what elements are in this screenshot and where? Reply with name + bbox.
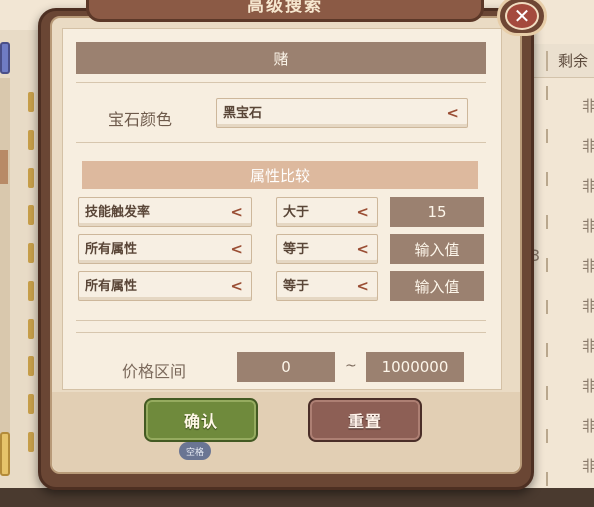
marker [28, 243, 34, 264]
attribute-dropdown-3[interactable]: 所有属性 < [78, 271, 252, 301]
attribute-value: 所有属性 [85, 279, 138, 294]
marker [28, 394, 34, 415]
price-min-value: 0 [281, 358, 291, 376]
section-header-bar: 赌 [76, 42, 486, 74]
background-cell: 非 [582, 177, 594, 195]
marker [28, 318, 34, 339]
value-text: 输入值 [414, 240, 460, 259]
background-cell: 非 [582, 137, 594, 155]
gem-color-dropdown[interactable]: 黑宝石 < [216, 98, 468, 128]
attribute-value: 技能触发率 [85, 205, 151, 220]
column-divider [546, 214, 548, 229]
background-cell: 非 [582, 297, 594, 315]
column-divider [546, 257, 548, 272]
chevron-left-icon[interactable]: < [356, 203, 369, 221]
column-divider [546, 471, 548, 486]
close-icon[interactable]: ✕ [514, 6, 531, 26]
confirm-button[interactable]: 确认 [144, 398, 258, 442]
background-cell: 非 [582, 217, 594, 235]
value-text: 15 [427, 203, 447, 221]
column-divider [546, 343, 548, 358]
price-range-label: 价格区间 [122, 362, 187, 381]
background-left-strip [0, 78, 10, 458]
chevron-left-icon[interactable]: < [230, 203, 243, 221]
column-divider [546, 171, 548, 186]
operator-value: 大于 [283, 205, 310, 220]
gem-color-value: 黑宝石 [223, 106, 263, 121]
confirm-hotkey-badge: 空格 [179, 442, 211, 460]
attribute-dropdown-1[interactable]: 技能触发率 < [78, 197, 252, 227]
price-max-value: 1000000 [381, 358, 449, 376]
background-left-tab[interactable] [0, 42, 10, 74]
background-cell: 非 [582, 457, 594, 475]
background-right-values: 非 非 非 非 非 非 非 非 非 非 [582, 96, 594, 476]
background-left-markers [28, 92, 34, 452]
background-left-active-item[interactable] [0, 150, 8, 184]
column-divider [546, 429, 548, 443]
marker [28, 431, 34, 452]
section-header-text: 赌 [273, 49, 289, 68]
background-cell: 非 [582, 257, 594, 275]
background-cell: 非 [582, 377, 594, 395]
column-divider [546, 86, 548, 100]
divider [76, 332, 486, 333]
value-input-2[interactable]: 输入值 [390, 234, 484, 264]
marker [28, 280, 34, 301]
marker [28, 167, 34, 188]
gem-color-label: 宝石颜色 [108, 110, 173, 129]
operator-dropdown-1[interactable]: 大于 < [276, 197, 378, 227]
background-left-yellow-button[interactable] [0, 432, 10, 476]
background-cell: 非 [582, 97, 594, 115]
background-header-text: 剩余 [558, 52, 589, 70]
chevron-left-icon[interactable]: < [230, 277, 243, 295]
background-cell: 非 [582, 337, 594, 355]
column-separator [546, 50, 548, 71]
value-input-3[interactable]: 输入值 [390, 271, 484, 301]
divider [76, 320, 486, 321]
reset-button-label: 重置 [347, 412, 382, 431]
marker [28, 205, 34, 226]
value-text: 输入值 [414, 277, 460, 296]
operator-value: 等于 [283, 242, 310, 257]
attribute-compare-header: 属性比较 [82, 161, 478, 189]
divider [76, 82, 486, 83]
chevron-left-icon[interactable]: < [446, 104, 459, 122]
chevron-left-icon[interactable]: < [356, 277, 369, 295]
column-divider [546, 300, 548, 315]
modal-title: 高级搜索 [247, 0, 323, 16]
attribute-dropdown-2[interactable]: 所有属性 < [78, 234, 252, 264]
divider [76, 142, 486, 143]
close-button[interactable]: ✕ [497, 0, 547, 36]
modal-title-ribbon: 高级搜索 [86, 0, 484, 22]
attribute-compare-title: 属性比较 [249, 166, 310, 185]
column-divider [546, 386, 548, 401]
marker [28, 92, 34, 112]
reset-button[interactable]: 重置 [308, 398, 422, 442]
marker [28, 356, 34, 377]
price-min-input[interactable]: 0 [237, 352, 335, 382]
confirm-hotkey-text: 空格 [185, 447, 204, 458]
attribute-value: 所有属性 [85, 242, 138, 257]
price-max-input[interactable]: 1000000 [366, 352, 464, 382]
confirm-button-label: 确认 [183, 412, 218, 431]
column-divider [546, 128, 548, 143]
marker [28, 129, 34, 150]
value-input-1[interactable]: 15 [390, 197, 484, 227]
background-bottom-bar [0, 488, 594, 507]
operator-dropdown-2[interactable]: 等于 < [276, 234, 378, 264]
operator-dropdown-3[interactable]: 等于 < [276, 271, 378, 301]
operator-value: 等于 [283, 279, 310, 294]
background-cell: 非 [582, 417, 594, 435]
price-range-separator: ~ [345, 358, 357, 374]
modal-footer [52, 392, 520, 472]
close-button-core[interactable]: ✕ [505, 2, 539, 30]
chevron-left-icon[interactable]: < [356, 240, 369, 258]
chevron-left-icon[interactable]: < [230, 240, 243, 258]
